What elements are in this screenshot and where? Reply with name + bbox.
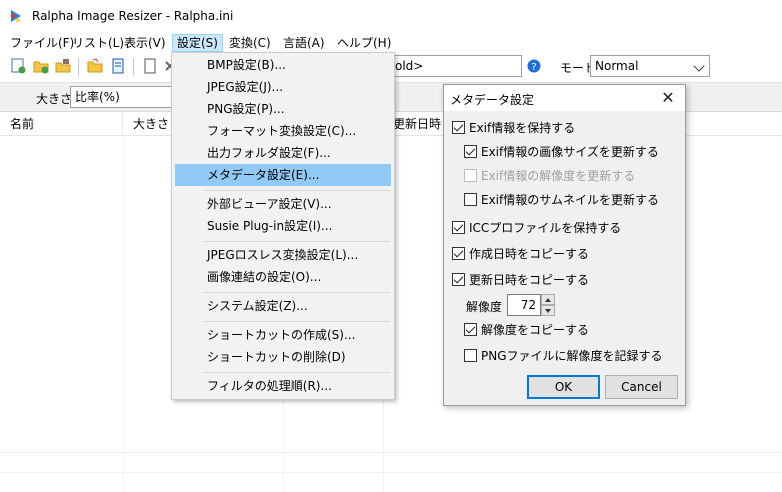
size-select-value: 比率(%)	[75, 90, 120, 104]
menu-item-delete-shortcut[interactable]: ショートカットの削除(D)	[175, 346, 391, 368]
stepper-down-icon[interactable]	[541, 305, 555, 316]
checkbox[interactable]	[452, 247, 465, 260]
checkbox[interactable]	[464, 349, 477, 362]
option-label: ICCプロファイルを保持する	[469, 221, 622, 235]
window-title: Ralpha Image Resizer - Ralpha.ini	[32, 9, 234, 23]
menu-item-external-viewer[interactable]: 外部ビューア設定(V)...	[175, 193, 391, 215]
grid-line	[123, 136, 124, 492]
dialog-title: メタデータ設定	[450, 93, 535, 107]
menu-item-jpeg-settings[interactable]: JPEG設定(J)...	[175, 76, 391, 98]
settings-menu: BMP設定(B)... JPEG設定(J)... PNG設定(P)... フォー…	[171, 52, 395, 400]
checkbox[interactable]	[452, 273, 465, 286]
menu-item-filter-order[interactable]: フィルタの処理順(R)...	[175, 375, 391, 397]
resolution-label: 解像度	[466, 300, 503, 314]
menu-item-image-concat[interactable]: 画像連結の設定(O)...	[175, 266, 391, 288]
checkbox[interactable]	[452, 221, 465, 234]
menu-settings[interactable]: 設定(S)	[172, 34, 223, 52]
cancel-button[interactable]: Cancel	[605, 375, 678, 399]
app-logo-icon	[11, 10, 21, 22]
menu-item-metadata[interactable]: メタデータ設定(E)...	[175, 164, 391, 186]
menu-item-format-conversion[interactable]: フォーマット変換設定(C)...	[175, 120, 391, 142]
close-icon[interactable]: ✕	[659, 89, 677, 107]
menu-item-susie-plugin[interactable]: Susie Plug-in設定(I)...	[175, 215, 391, 237]
dialog-title-bar: メタデータ設定 ✕	[444, 85, 685, 111]
menu-item-jpeg-lossless[interactable]: JPEGロスレス変換設定(L)...	[175, 244, 391, 266]
add-folder-icon[interactable]	[33, 58, 49, 74]
option-label: 作成日時をコピーする	[469, 247, 590, 261]
add-subfolder-icon[interactable]	[55, 58, 71, 74]
menu-separator	[204, 190, 390, 191]
resolution-input[interactable]: 72	[507, 294, 541, 316]
grid-line	[0, 472, 782, 473]
add-file-icon[interactable]	[10, 58, 26, 74]
menu-item-png-settings[interactable]: PNG設定(P)...	[175, 98, 391, 120]
menu-item-output-folder[interactable]: 出力フォルダ設定(F)...	[175, 142, 391, 164]
metadata-dialog: メタデータ設定 ✕ Exif情報を保持する Exif情報の画像サイズを更新する …	[443, 84, 686, 406]
toolbar-separator	[133, 58, 134, 76]
help-icon[interactable]: ?	[527, 59, 541, 73]
checkbox[interactable]	[464, 323, 477, 336]
menu-bar: ファイル(F) リスト(L) 表示(V) 設定(S) 変換(C) 言語(A) ヘ…	[0, 32, 782, 52]
menu-separator	[204, 241, 390, 242]
menu-separator	[204, 321, 390, 322]
path-field[interactable]: old>	[390, 55, 522, 77]
path-field-value: old>	[395, 59, 424, 73]
checkbox[interactable]	[464, 145, 477, 158]
option-label: PNGファイルに解像度を記録する	[481, 349, 663, 363]
open-folder-icon[interactable]	[87, 58, 103, 74]
toolbar-separator	[78, 58, 79, 76]
stepper-up-icon[interactable]	[541, 294, 555, 305]
svg-text:?: ?	[531, 62, 536, 73]
size-label: 大きさ	[36, 92, 73, 106]
checkbox[interactable]	[464, 193, 477, 206]
grid-line	[0, 452, 782, 453]
option-label: Exif情報の画像サイズを更新する	[481, 145, 659, 159]
column-name[interactable]: 名前	[0, 112, 123, 136]
checkbox	[464, 169, 477, 182]
menu-item-bmp-settings[interactable]: BMP設定(B)...	[175, 54, 391, 76]
resolution-stepper[interactable]: 72	[507, 294, 555, 316]
menu-separator	[204, 372, 390, 373]
menu-convert[interactable]: 変換(C)	[225, 34, 275, 52]
option-label: 更新日時をコピーする	[469, 273, 590, 287]
page-icon[interactable]	[142, 58, 158, 74]
menu-item-create-shortcut[interactable]: ショートカットの作成(S)...	[175, 324, 391, 346]
option-label: Exif情報の解像度を更新する	[481, 169, 636, 183]
title-bar: Ralpha Image Resizer - Ralpha.ini	[0, 0, 782, 32]
size-select[interactable]: 比率(%)	[70, 86, 180, 108]
menu-separator	[204, 292, 390, 293]
menu-view[interactable]: 表示(V)	[120, 34, 170, 52]
menu-language[interactable]: 言語(A)	[279, 34, 329, 52]
menu-item-system-settings[interactable]: システム設定(Z)...	[175, 295, 391, 317]
option-label: 解像度をコピーする	[481, 323, 590, 337]
ok-button[interactable]: OK	[527, 375, 600, 399]
app-window: Ralpha Image Resizer - Ralpha.ini ファイル(F…	[0, 0, 782, 492]
option-label: Exif情報のサムネイルを更新する	[481, 193, 660, 207]
menu-help[interactable]: ヘルプ(H)	[333, 34, 395, 52]
option-label: Exif情報を保持する	[469, 121, 576, 135]
mode-select[interactable]: Normal	[590, 55, 710, 77]
mode-select-value: Normal	[595, 59, 639, 73]
document-list-icon[interactable]	[110, 58, 126, 74]
chevron-down-icon	[693, 60, 705, 72]
checkbox[interactable]	[452, 121, 465, 134]
